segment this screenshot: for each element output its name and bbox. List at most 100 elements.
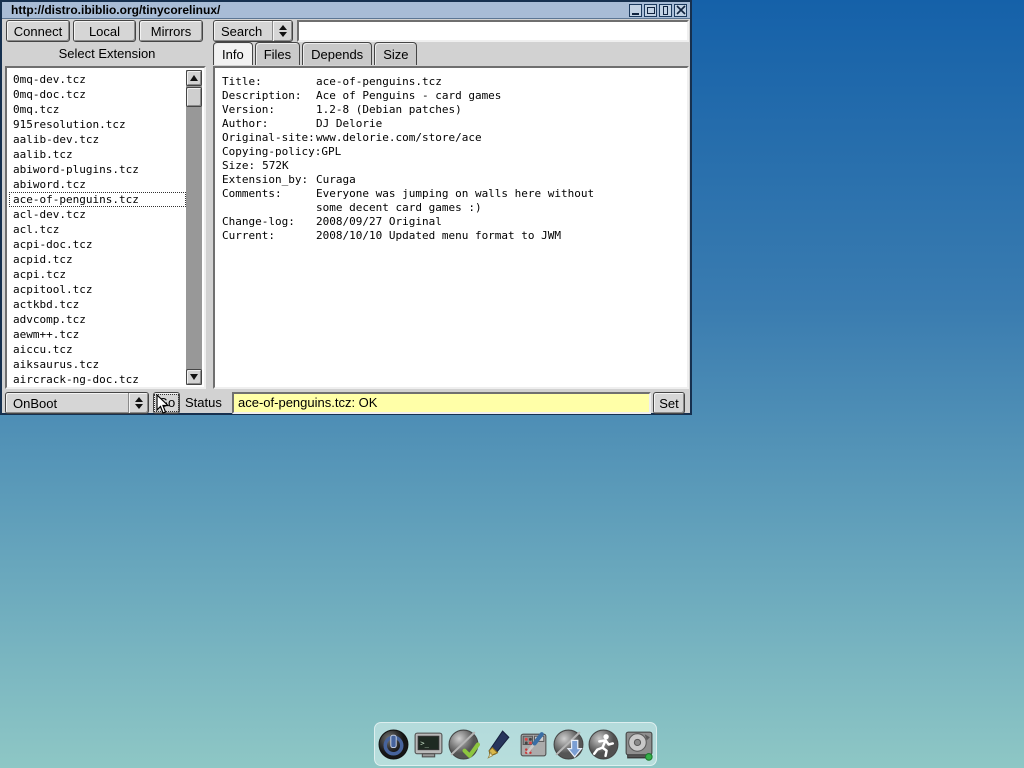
list-item[interactable]: aewm++.tcz: [9, 327, 186, 342]
info-label: Title:: [222, 75, 316, 89]
dock: >_: [374, 722, 657, 766]
go-button-label: Go: [154, 394, 179, 412]
info-value: www.delorie.com/store/ace: [316, 131, 482, 145]
info-value: Curaga: [316, 173, 356, 187]
power-icon[interactable]: [376, 726, 410, 762]
close-icon[interactable]: [674, 4, 687, 17]
info-value: Everyone was jumping on walls here witho…: [316, 187, 594, 201]
extension-list: 0mq-dev.tcz 0mq-doc.tcz 0mq.tcz 915resol…: [5, 66, 206, 389]
info-label: Author:: [222, 117, 316, 131]
info-value: 2008/10/10 Updated menu format to JWM: [316, 229, 561, 243]
scrollbar-thumb[interactable]: [186, 87, 202, 107]
info-label: Size:: [222, 159, 255, 173]
list-item[interactable]: aalib.tcz: [9, 147, 186, 162]
list-item[interactable]: 915resolution.tcz: [9, 117, 186, 132]
info-value: some decent card games :): [316, 201, 482, 215]
info-label: Copying-policy:: [222, 145, 321, 159]
minimize-icon[interactable]: [629, 4, 642, 17]
search-input[interactable]: [297, 20, 689, 42]
maximize-icon[interactable]: [644, 4, 657, 17]
control-panel-icon[interactable]: [516, 726, 550, 762]
window-title: http://distro.ibiblio.org/tinycorelinux/: [11, 3, 220, 17]
info-value: 1.2-8 (Debian patches): [316, 103, 462, 117]
info-label: Version:: [222, 103, 316, 117]
go-button[interactable]: Go: [153, 392, 180, 414]
tab[interactable]: Files: [255, 42, 300, 65]
status-label: Status: [185, 395, 222, 410]
terminal-icon[interactable]: >_: [411, 726, 445, 762]
updown-arrows-icon: [272, 21, 292, 41]
list-item[interactable]: acl-dev.tcz: [9, 207, 186, 222]
list-item[interactable]: acpi.tcz: [9, 267, 186, 282]
apps-check-icon[interactable]: [446, 726, 480, 762]
info-value: Ace of Penguins - card games: [316, 89, 501, 103]
onboot-dropdown[interactable]: OnBoot: [5, 392, 149, 414]
onboot-dropdown-value: OnBoot: [6, 396, 128, 411]
scroll-down-icon[interactable]: [186, 369, 202, 385]
info-row: Extension_by: Curaga: [222, 173, 683, 187]
info-row: Title: ace-of-penguins.tcz: [222, 75, 683, 89]
info-label: Extension_by:: [222, 173, 316, 187]
info-value: ace-of-penguins.tcz: [316, 75, 442, 89]
info-row: Copying-policy: GPL: [222, 145, 683, 159]
extension-list-items: 0mq-dev.tcz 0mq-doc.tcz 0mq.tcz 915resol…: [9, 70, 186, 385]
apps-download-icon[interactable]: [551, 726, 585, 762]
list-item[interactable]: 0mq-doc.tcz: [9, 87, 186, 102]
desktop-background: http://distro.ibiblio.org/tinycorelinux/…: [0, 0, 1024, 768]
list-item[interactable]: aalib-dev.tcz: [9, 132, 186, 147]
list-scrollbar[interactable]: [186, 70, 202, 385]
info-value: 2008/09/27 Original: [316, 215, 442, 229]
info-row: Current: 2008/10/10 Updated menu format …: [222, 229, 683, 243]
mirrors-button[interactable]: Mirrors: [139, 20, 203, 42]
status-field[interactable]: ace-of-penguins.tcz: OK: [232, 392, 651, 414]
list-item[interactable]: 0mq.tcz: [9, 102, 186, 117]
local-button[interactable]: Local: [73, 20, 136, 42]
svg-text:>_: >_: [420, 738, 429, 747]
info-row: Version: 1.2-8 (Debian patches): [222, 103, 683, 117]
list-item[interactable]: 0mq-dev.tcz: [9, 72, 186, 87]
window-controls: [629, 4, 687, 17]
info-label: Original-site:: [222, 131, 316, 145]
run-icon[interactable]: [586, 726, 620, 762]
list-header: Select Extension: [2, 44, 212, 64]
connect-button[interactable]: Connect: [6, 20, 70, 42]
appbrowser-window: http://distro.ibiblio.org/tinycorelinux/…: [0, 0, 692, 415]
info-row: Comments: Everyone was jumping on walls …: [222, 187, 683, 201]
list-item[interactable]: actkbd.tcz: [9, 297, 186, 312]
info-label: Current:: [222, 229, 316, 243]
mount-icon[interactable]: [621, 726, 655, 762]
shade-icon[interactable]: [659, 4, 672, 17]
search-dropdown[interactable]: Search: [213, 20, 293, 42]
info-label: Comments:: [222, 187, 316, 201]
set-button[interactable]: Set: [653, 392, 685, 414]
title-bar[interactable]: http://distro.ibiblio.org/tinycorelinux/: [2, 2, 690, 19]
info-label: Change-log:: [222, 215, 316, 229]
list-item[interactable]: aiksaurus.tcz: [9, 357, 186, 372]
info-panel: Title: ace-of-penguins.tcz Description: …: [213, 66, 689, 389]
list-item[interactable]: acpitool.tcz: [9, 282, 186, 297]
list-item[interactable]: aircrack-ng-doc.tcz: [9, 372, 186, 385]
list-item[interactable]: ace-of-penguins.tcz: [9, 192, 186, 207]
scroll-up-icon[interactable]: [186, 70, 202, 86]
info-value: 572K: [262, 159, 289, 173]
search-dropdown-value: Search: [214, 24, 272, 39]
list-item[interactable]: abiword.tcz: [9, 177, 186, 192]
info-rows: Title: ace-of-penguins.tcz Description: …: [222, 75, 683, 243]
info-label: [222, 201, 316, 215]
list-item[interactable]: acl.tcz: [9, 222, 186, 237]
tab[interactable]: Depends: [302, 42, 372, 65]
list-item[interactable]: acpi-doc.tcz: [9, 237, 186, 252]
info-row: Description: Ace of Penguins - card game…: [222, 89, 683, 103]
tab[interactable]: Info: [213, 42, 253, 65]
list-item[interactable]: abiword-plugins.tcz: [9, 162, 186, 177]
bottom-bar: OnBoot Go Status ace-of-penguins.tcz: OK…: [2, 392, 690, 415]
list-item[interactable]: acpid.tcz: [9, 252, 186, 267]
list-item[interactable]: advcomp.tcz: [9, 312, 186, 327]
info-row: Size: 572K: [222, 159, 683, 173]
info-row: Author: DJ Delorie: [222, 117, 683, 131]
info-value: DJ Delorie: [316, 117, 382, 131]
tab[interactable]: Size: [374, 42, 417, 65]
paint-icon[interactable]: [481, 726, 515, 762]
list-item[interactable]: aiccu.tcz: [9, 342, 186, 357]
info-label: Description:: [222, 89, 316, 103]
